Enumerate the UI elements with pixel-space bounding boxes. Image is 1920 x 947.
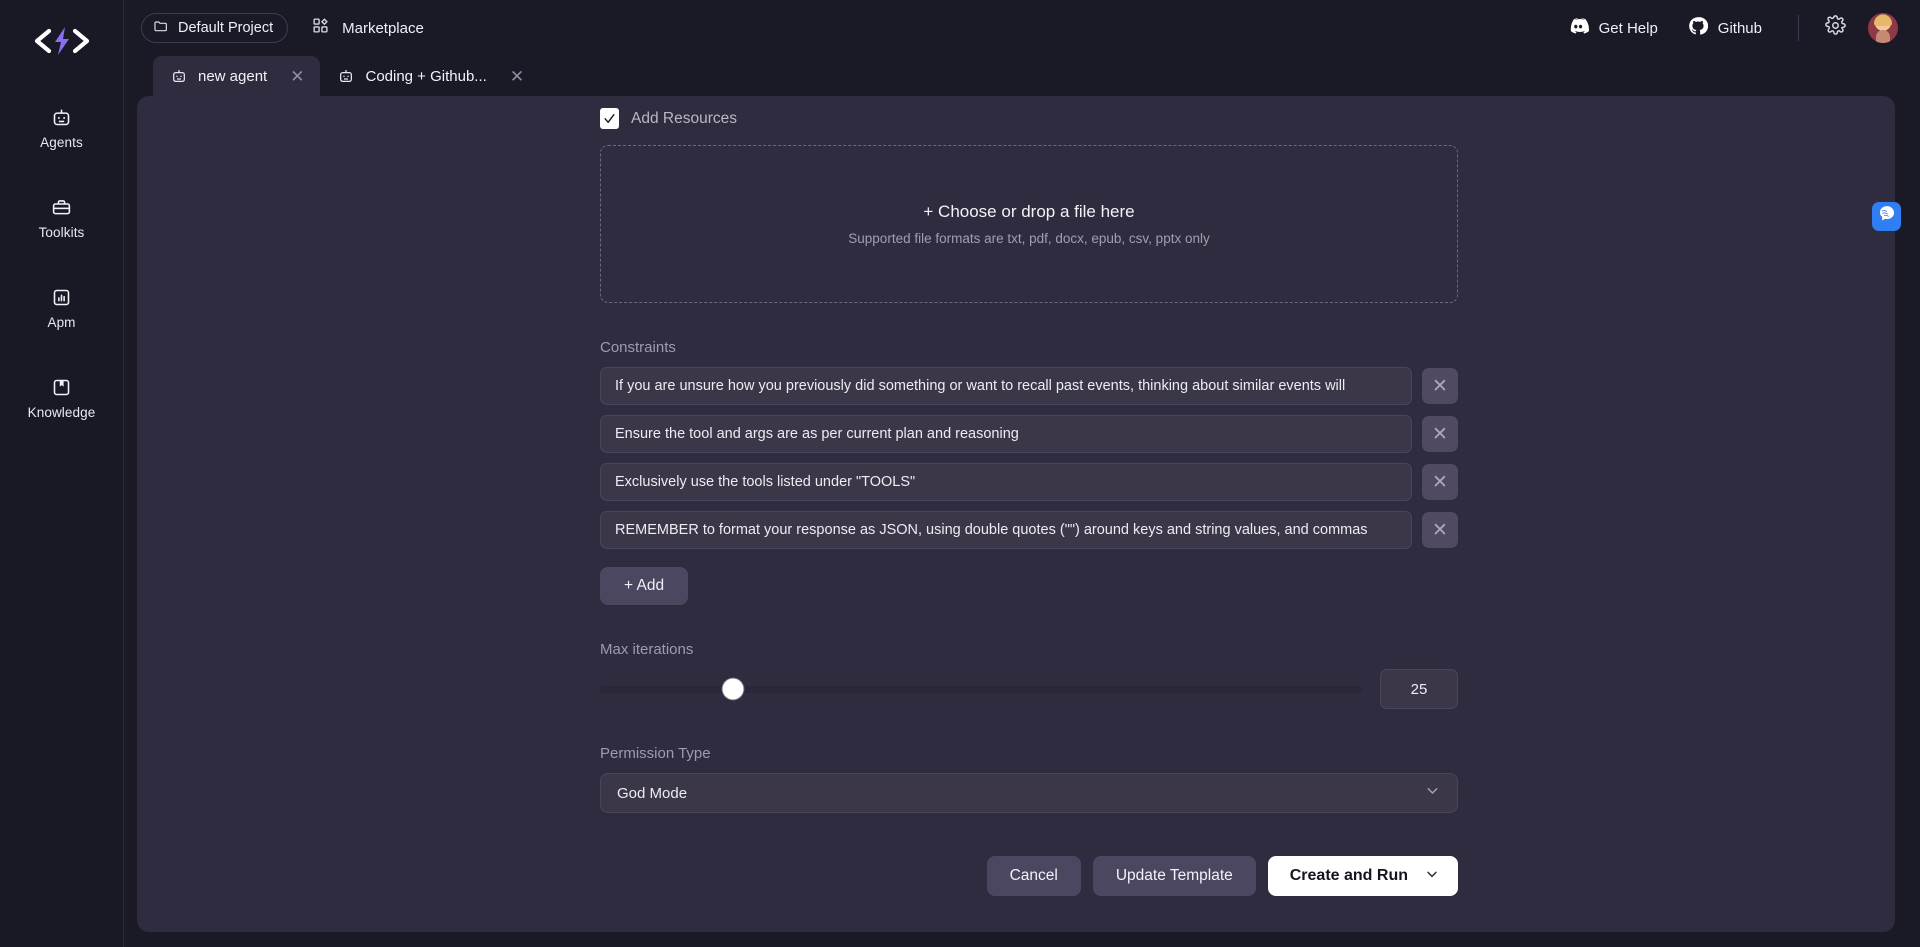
robot-icon <box>171 68 187 84</box>
brain-chat-icon <box>1877 204 1897 229</box>
divider <box>1798 15 1799 41</box>
permission-type-label: Permission Type <box>600 745 711 762</box>
close-icon[interactable]: ✕ <box>290 68 304 85</box>
constraint-row: ✕ <box>600 463 1458 501</box>
chevron-down-icon <box>1424 782 1441 804</box>
sidebar-item-knowledge[interactable]: Knowledge <box>0 364 123 430</box>
robot-icon <box>51 106 73 128</box>
marketplace-link[interactable]: Marketplace <box>312 17 424 39</box>
close-icon[interactable]: ✕ <box>1422 416 1458 452</box>
close-icon[interactable]: ✕ <box>1422 368 1458 404</box>
add-resources-label: Add Resources <box>631 109 737 127</box>
add-resources-row: Add Resources <box>600 108 1458 129</box>
close-icon[interactable]: ✕ <box>1422 464 1458 500</box>
tab-bar: new agent ✕ Coding + Github... ✕ <box>124 56 1920 96</box>
chevron-down-icon[interactable] <box>1424 866 1440 887</box>
constraint-input[interactable] <box>600 511 1412 549</box>
update-template-button[interactable]: Update Template <box>1092 856 1256 896</box>
checkmark-icon <box>604 114 615 123</box>
top-bar: Default Project Marketplace Get Help Git… <box>124 0 1920 56</box>
project-name: Default Project <box>178 20 274 36</box>
folder-icon <box>153 18 169 39</box>
sidebar-item-label: Agents <box>40 135 83 150</box>
form-footer: Cancel Update Template Create and Run <box>600 856 1458 896</box>
tab-label: Coding + Github... <box>365 67 487 85</box>
file-dropzone[interactable]: + Choose or drop a file here Supported f… <box>600 145 1458 303</box>
max-iterations-label: Max iterations <box>600 641 694 658</box>
constraint-input[interactable] <box>600 367 1412 405</box>
app-logo[interactable] <box>27 20 97 62</box>
gear-icon[interactable] <box>1825 15 1846 41</box>
constraint-row: ✕ <box>600 415 1458 453</box>
toolbox-icon <box>51 196 73 218</box>
project-selector[interactable]: Default Project <box>141 13 289 43</box>
max-iterations-row: 25 <box>600 669 1458 709</box>
bookmark-icon <box>51 376 73 398</box>
github-icon <box>1688 16 1708 41</box>
create-and-run-button[interactable]: Create and Run <box>1267 856 1458 896</box>
create-and-run-label: Create and Run <box>1289 867 1408 884</box>
robot-icon <box>338 68 354 84</box>
sidebar-item-apm[interactable]: Apm <box>0 274 123 340</box>
close-icon[interactable]: ✕ <box>1422 512 1458 548</box>
constraint-input[interactable] <box>600 415 1412 453</box>
max-iterations-slider[interactable] <box>600 678 1362 700</box>
constraint-input[interactable] <box>600 463 1412 501</box>
max-iterations-value[interactable]: 25 <box>1380 669 1458 709</box>
sidebar-item-agents[interactable]: Agents <box>0 94 123 160</box>
add-resources-checkbox[interactable] <box>600 108 619 129</box>
avatar[interactable] <box>1868 13 1898 43</box>
sidebar-nav: Agents Toolkits Apm Knowledge <box>0 94 123 454</box>
sidebar-item-label: Apm <box>47 315 76 330</box>
code-lightning-logo <box>34 27 89 55</box>
dropzone-primary-text: + Choose or drop a file here <box>923 202 1135 221</box>
get-help-label: Get Help <box>1598 19 1658 37</box>
sidebar-item-label: Toolkits <box>38 225 85 240</box>
marketplace-label: Marketplace <box>342 19 424 37</box>
grid-apps-icon <box>312 17 329 39</box>
dropzone-secondary-text: Supported file formats are txt, pdf, doc… <box>848 231 1210 246</box>
agent-config-form: Add Resources + Choose or drop a file he… <box>600 96 1458 813</box>
github-button[interactable]: Github <box>1688 16 1762 41</box>
tab-label: new agent <box>198 67 268 85</box>
assistant-widget-button[interactable] <box>1872 202 1901 231</box>
get-help-button[interactable]: Get Help <box>1567 17 1658 39</box>
sidebar-item-toolkits[interactable]: Toolkits <box>0 184 123 250</box>
tab-new-agent[interactable]: new agent ✕ <box>153 56 321 96</box>
sidebar-item-label: Knowledge <box>27 405 96 420</box>
discord-icon <box>1567 17 1589 39</box>
tab-coding-github[interactable]: Coding + Github... ✕ <box>320 56 540 96</box>
add-constraint-button[interactable]: + Add <box>600 567 689 605</box>
permission-type-value: God Mode <box>617 784 688 802</box>
bar-chart-icon <box>51 286 73 308</box>
github-label: Github <box>1717 19 1762 37</box>
permission-type-select[interactable]: God Mode <box>600 773 1458 813</box>
top-bar-actions: Get Help Github <box>1567 13 1920 43</box>
agent-config-panel: Add Resources + Choose or drop a file he… <box>137 96 1895 932</box>
slider-thumb[interactable] <box>722 678 744 700</box>
constraint-row: ✕ <box>600 367 1458 405</box>
app-window: Agents Toolkits Apm Knowledge Default Pr… <box>0 0 1920 947</box>
cancel-button[interactable]: Cancel <box>986 856 1081 896</box>
close-icon[interactable]: ✕ <box>510 68 524 85</box>
constraint-row: ✕ <box>600 511 1458 549</box>
constraints-label: Constraints <box>600 339 676 356</box>
left-sidebar: Agents Toolkits Apm Knowledge <box>0 0 124 947</box>
